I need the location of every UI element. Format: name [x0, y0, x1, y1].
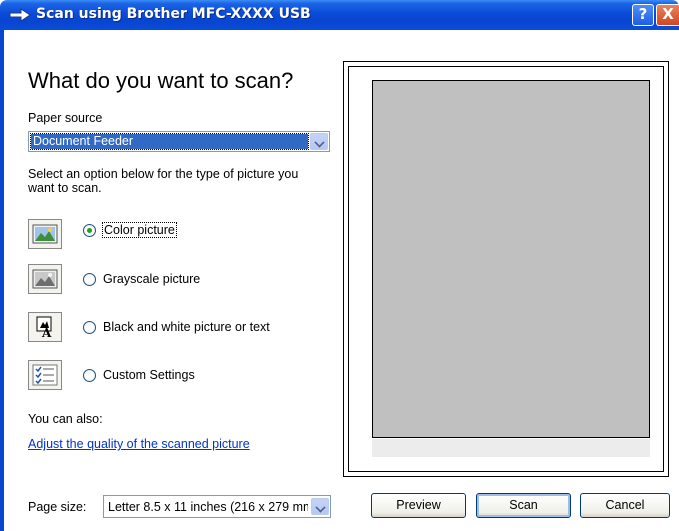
custom-settings-radio[interactable]	[83, 369, 96, 382]
custom-settings-icon[interactable]	[28, 360, 62, 390]
page-title: What do you want to scan?	[28, 68, 294, 93]
black-white-radio[interactable]	[83, 321, 96, 334]
preview-image-area[interactable]	[372, 80, 650, 438]
color-picture-icon[interactable]	[28, 219, 62, 249]
preview-panel	[343, 61, 669, 477]
paper-source-select[interactable]: Document Feeder	[28, 131, 330, 152]
adjust-quality-link[interactable]: Adjust the quality of the scanned pictur…	[28, 437, 250, 451]
scan-button[interactable]: Scan	[476, 493, 571, 518]
preview-strip	[372, 439, 650, 457]
black-white-label[interactable]: Black and white picture or text	[103, 320, 270, 334]
also-label: You can also:	[28, 412, 103, 426]
instruction-text-line1: Select an option below for the type of p…	[28, 167, 299, 181]
grayscale-picture-label[interactable]: Grayscale picture	[103, 272, 200, 286]
page-size-label: Page size:	[28, 500, 87, 514]
title-bar[interactable]: Scan using Brother MFC-XXXX USB ? X	[0, 0, 679, 30]
black-white-text-icon[interactable]: A	[28, 312, 62, 342]
cancel-button[interactable]: Cancel	[580, 493, 670, 518]
instruction-text-line2: want to scan.	[28, 181, 102, 195]
help-button[interactable]: ?	[632, 4, 654, 26]
close-button[interactable]: X	[656, 4, 679, 26]
color-picture-label[interactable]: Color picture	[102, 222, 177, 238]
grayscale-picture-icon[interactable]	[28, 264, 62, 294]
scanner-arrow-icon	[9, 8, 31, 22]
preview-page	[348, 66, 664, 472]
page-size-select[interactable]: Letter 8.5 x 11 inches (216 x 279 mm)	[103, 495, 331, 518]
paper-source-value: Document Feeder	[30, 133, 309, 150]
grayscale-picture-radio[interactable]	[83, 273, 96, 286]
chevron-down-icon[interactable]	[311, 498, 329, 515]
chevron-down-icon[interactable]	[310, 133, 328, 150]
paper-source-label: Paper source	[28, 111, 103, 125]
page-size-value: Letter 8.5 x 11 inches (216 x 279 mm)	[108, 500, 308, 514]
svg-text:A: A	[41, 326, 52, 338]
preview-button[interactable]: Preview	[371, 493, 466, 518]
custom-settings-label[interactable]: Custom Settings	[103, 368, 195, 382]
color-picture-radio[interactable]	[83, 224, 96, 237]
window-title: Scan using Brother MFC-XXXX USB	[36, 6, 311, 22]
